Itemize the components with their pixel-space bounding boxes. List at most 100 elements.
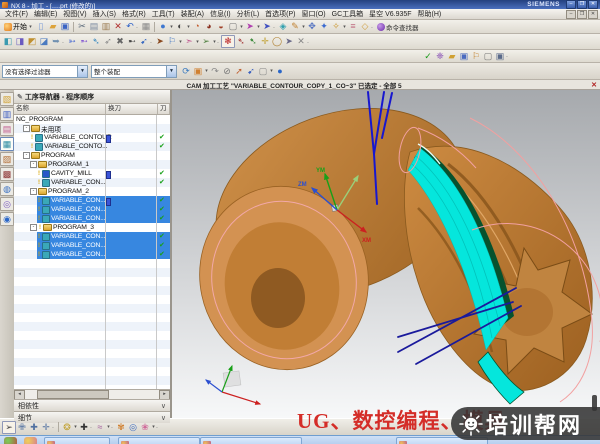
paste-operation-icon[interactable]: ➶	[102, 36, 114, 47]
navigator-row[interactable]: -!PROGRAM_3	[14, 223, 170, 232]
save-toolpath-icon[interactable]: ▣	[458, 51, 470, 62]
shaded-display-icon[interactable]: ●	[157, 21, 169, 32]
show-hide-icon[interactable]: ◔	[191, 21, 203, 32]
operation-group-icon[interactable]: ❈	[434, 51, 446, 62]
expander-icon[interactable]: -	[30, 224, 37, 231]
object-shortcut-icon[interactable]: ➹	[138, 36, 150, 47]
taskbar-window-3[interactable]	[200, 437, 302, 444]
edit-operation-icon[interactable]: ➳	[66, 36, 78, 47]
workpiece-icon[interactable]: ➢	[200, 36, 212, 47]
expander-icon[interactable]: -	[23, 152, 30, 159]
expander-icon[interactable]: -	[30, 161, 37, 168]
mdi-close-button[interactable]: ✕	[588, 10, 598, 19]
touch-mode-icon[interactable]: ▦	[140, 21, 152, 32]
shaded-ball-icon[interactable]: ●	[274, 66, 286, 77]
open-icon[interactable]: ▰	[47, 21, 59, 32]
immediate-hide-icon[interactable]: ◕	[203, 21, 215, 32]
delete-operation-icon[interactable]: ✖	[114, 36, 126, 47]
flag-operation-icon[interactable]: ⚐	[470, 51, 482, 62]
column-toolpath[interactable]: 刀	[158, 104, 170, 114]
create-method-icon[interactable]: ◪	[38, 36, 50, 47]
navigator-row[interactable]: -未用项	[14, 124, 170, 133]
menu-item-9[interactable]: 分析(L)	[234, 9, 263, 19]
navigator-row[interactable]: !VARIABLE_CON...✔	[14, 214, 170, 223]
navigate-view-icon[interactable]: ➤	[261, 21, 273, 32]
history-icon[interactable]: ◎	[0, 197, 14, 211]
navigator-row[interactable]: !CAVITY_MILL✔	[14, 169, 170, 178]
output-tool-icon[interactable]: ▣	[494, 51, 506, 62]
new-part-icon[interactable]: ▯	[35, 21, 47, 32]
snap-box-icon[interactable]: ▣	[192, 66, 204, 77]
start-menu-button[interactable]: 开始 ▾	[2, 22, 35, 32]
operation-navigator-icon[interactable]: ▦	[0, 137, 14, 151]
part-navigator-icon[interactable]: ▤	[0, 122, 14, 136]
cut-operation-icon[interactable]: ➵	[78, 36, 90, 47]
menu-item-5[interactable]: 格式(R)	[119, 9, 149, 19]
snap-mid-icon[interactable]: ✙	[16, 422, 28, 433]
delete-icon[interactable]: ✕	[112, 21, 124, 32]
machine-tool-navigator-icon[interactable]: ▨	[0, 152, 14, 166]
menu-item-8[interactable]: 信息(I)	[207, 9, 234, 19]
navigator-row[interactable]: !VARIABLE_CON...✔	[14, 205, 170, 214]
graphics-window[interactable]: YM ZM XM	[172, 90, 600, 418]
navigator-row[interactable]: !VARIABLE_CON...✔	[14, 250, 170, 259]
cut-icon[interactable]: ✂	[76, 21, 88, 32]
measure-icon[interactable]: ✦	[318, 21, 330, 32]
reuse-library-icon[interactable]: ▩	[0, 167, 14, 181]
scroll-left-icon[interactable]: ◂	[14, 390, 25, 400]
list-toolpath-icon[interactable]: ✛	[259, 36, 271, 47]
point-plus-icon[interactable]: ✚	[78, 422, 90, 433]
scroll-right-icon[interactable]: ▸	[159, 390, 170, 400]
expander-icon[interactable]: -	[23, 125, 30, 132]
navigator-row[interactable]: !VARIABLE_CON...✔	[14, 178, 170, 187]
save-icon[interactable]: ▣	[59, 21, 71, 32]
refresh-icon[interactable]: ⟳	[180, 66, 192, 77]
materials-icon[interactable]: ◇	[359, 21, 371, 32]
shaded-select-icon[interactable]: ❂	[61, 422, 73, 433]
selection-filter-dropdown[interactable]: 没有选择过滤器 ▼	[2, 65, 88, 78]
navigator-row[interactable]: -PROGRAM_2	[14, 187, 170, 196]
dependencies-section[interactable]: 相依性 ∨	[14, 399, 170, 411]
create-operation-icon[interactable]: ➥	[50, 36, 62, 47]
list-view-icon[interactable]: ≡	[347, 21, 359, 32]
roles-icon[interactable]: ◉	[0, 212, 14, 226]
menu-item-3[interactable]: 视图(V)	[60, 9, 89, 19]
replay-toolpath-icon[interactable]: ➴	[235, 36, 247, 47]
generate-toolpath-icon[interactable]: ❃	[221, 35, 235, 48]
navigator-row[interactable]: -PROGRAM_1	[14, 160, 170, 169]
column-toolchange[interactable]: 换刀	[106, 104, 158, 114]
window-layout-icon[interactable]: ▢	[227, 21, 239, 32]
confirm-generate-icon[interactable]: ✓	[422, 51, 434, 62]
show-toolpath-icon[interactable]: ⚐	[166, 36, 178, 47]
message-close-icon[interactable]: ✕	[588, 81, 600, 89]
snap-int-icon[interactable]: ✛	[40, 422, 52, 433]
menu-item-14[interactable]: 帮助(H)	[415, 9, 445, 19]
navigator-row[interactable]: NC_PROGRAM	[14, 115, 170, 124]
paste-icon[interactable]: ▥	[100, 21, 112, 32]
undo-icon[interactable]: ↶	[124, 21, 136, 32]
snap-end-icon[interactable]: ✚	[28, 422, 40, 433]
edit-object-display-icon[interactable]: ✎	[289, 21, 301, 32]
quick-launch-icon[interactable]	[24, 437, 37, 444]
scope-dropdown[interactable]: 整个装配 ▼	[91, 65, 177, 78]
web-browser-icon[interactable]: ◍	[0, 182, 14, 196]
preferences-shortcut-icon[interactable]: ✧	[330, 21, 342, 32]
navigator-tree[interactable]: NC_PROGRAM-未用项!VARIABLE_CONTOUR✔ !VARIABL…	[14, 115, 170, 389]
assembly-navigator-icon[interactable]: ▧	[0, 92, 14, 106]
create-program-icon[interactable]: ◧	[2, 36, 14, 47]
column-separator[interactable]	[105, 115, 106, 389]
command-finder-button[interactable]: 命令查找器	[375, 22, 421, 32]
post-process-icon[interactable]: ➤	[283, 36, 295, 47]
viewport-3d[interactable]: YM ZM XM	[172, 90, 600, 418]
palette-icon[interactable]: ❀	[139, 422, 151, 433]
selection-filter-arrow-icon[interactable]: ▼	[77, 66, 87, 77]
navigator-row[interactable]: !VARIABLE_CONTOUR✔	[14, 133, 170, 142]
invert-shown-icon[interactable]: ◒	[215, 21, 227, 32]
body-select-icon[interactable]: ✾	[115, 422, 127, 433]
menu-item-6[interactable]: 工具(T)	[149, 9, 178, 19]
column-name[interactable]: 名称	[14, 104, 106, 114]
constraint-navigator-icon[interactable]: ▥	[0, 107, 14, 121]
vector-up-icon[interactable]: ➚	[233, 66, 245, 77]
gouge-check-icon[interactable]: ➣	[183, 36, 195, 47]
navigator-hscrollbar[interactable]: ◂ ▸	[14, 389, 170, 399]
